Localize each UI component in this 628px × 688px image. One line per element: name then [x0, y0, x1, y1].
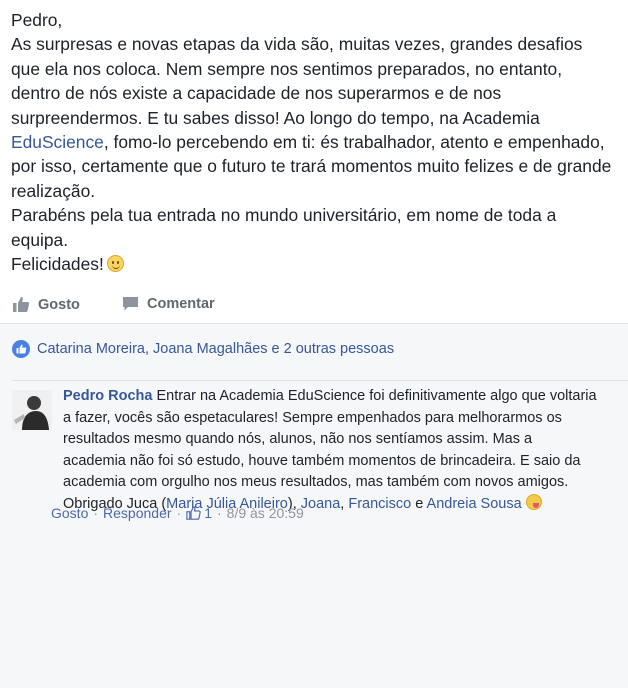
smiley-emoji-icon — [106, 255, 124, 273]
comment-reply-link[interactable]: Responder — [103, 505, 172, 521]
post-line: Felicidades! — [11, 254, 104, 275]
like-label: Gosto — [38, 296, 80, 313]
post-line: Pedro, — [11, 10, 63, 30]
like-badge-icon — [12, 340, 30, 358]
comment-meta: Gosto · Responder · 1 · 8/9 às 20:59 — [51, 505, 606, 521]
post-line: surpreendermos. E tu sabes disso! Ao lon… — [11, 107, 540, 128]
post-action-bar: Gosto Comentar — [0, 284, 628, 324]
comment-text: Pedro Rocha Entrar na Academia EduScienc… — [63, 386, 618, 516]
like-count-value: 1 — [204, 505, 212, 521]
comment-label: Comentar — [147, 296, 215, 312]
comment-line: resultados mesmo quando nós, alunos, não… — [63, 431, 533, 448]
post-line: As surpresas e novas etapas da vida são,… — [11, 34, 583, 55]
post-line: dentro de nós existe a capacidade de nos… — [11, 83, 502, 104]
like-button[interactable]: Gosto — [12, 296, 80, 313]
reactions-section: Catarina Moreira, Joana Magalhães e 2 ou… — [0, 324, 628, 688]
comment-author-link[interactable]: Pedro Rocha — [63, 388, 152, 404]
post-line: por isso, certamente que o futuro te tra… — [11, 156, 612, 177]
comment-button[interactable]: Comentar — [122, 296, 215, 312]
meta-separator: · — [176, 505, 182, 521]
comment-icon — [123, 297, 138, 311]
page-mention-link[interactable]: EduScience — [11, 132, 104, 152]
comment-line: academia não foi só estudo, houve também… — [63, 452, 581, 469]
thumbs-up-icon — [186, 506, 201, 520]
comment-like-link[interactable]: Gosto — [51, 505, 88, 521]
post-line: Parabéns pela tua entrada no mundo unive… — [11, 205, 557, 226]
post-line-last: Felicidades! — [11, 252, 617, 276]
likers-text[interactable]: Catarina Moreira, Joana Magalhães e 2 ou… — [37, 341, 394, 357]
meta-separator: · — [217, 505, 222, 521]
post-body: Pedro, As surpresas e novas etapas da vi… — [11, 8, 617, 276]
comment-like-count[interactable]: 1 — [186, 505, 212, 521]
divider — [12, 380, 628, 381]
post-line: realização. — [11, 180, 96, 201]
meta-separator: · — [93, 505, 99, 521]
comment-line: academia com orgulho nos meus resultados… — [63, 474, 569, 491]
avatar[interactable] — [12, 390, 52, 430]
thumbs-up-icon — [13, 297, 30, 312]
likes-summary[interactable]: Catarina Moreira, Joana Magalhães e 2 ou… — [12, 340, 394, 358]
post-line: equipa. — [11, 229, 69, 250]
comment-line: a fazer, vocês são espetaculares! Sempre… — [63, 409, 562, 426]
comment-timestamp[interactable]: 8/9 às 20:59 — [227, 505, 304, 521]
comment-line: Entrar na Academia EduScience foi defini… — [156, 388, 597, 404]
post-line-with-link: EduScience, fomo-lo percebendo em ti: és… — [11, 132, 605, 153]
post-line: que ela nos coloca. Nem sempre nos senti… — [11, 58, 563, 79]
post-line: fomo-lo percebendo em ti: és trabalhador… — [113, 132, 605, 153]
